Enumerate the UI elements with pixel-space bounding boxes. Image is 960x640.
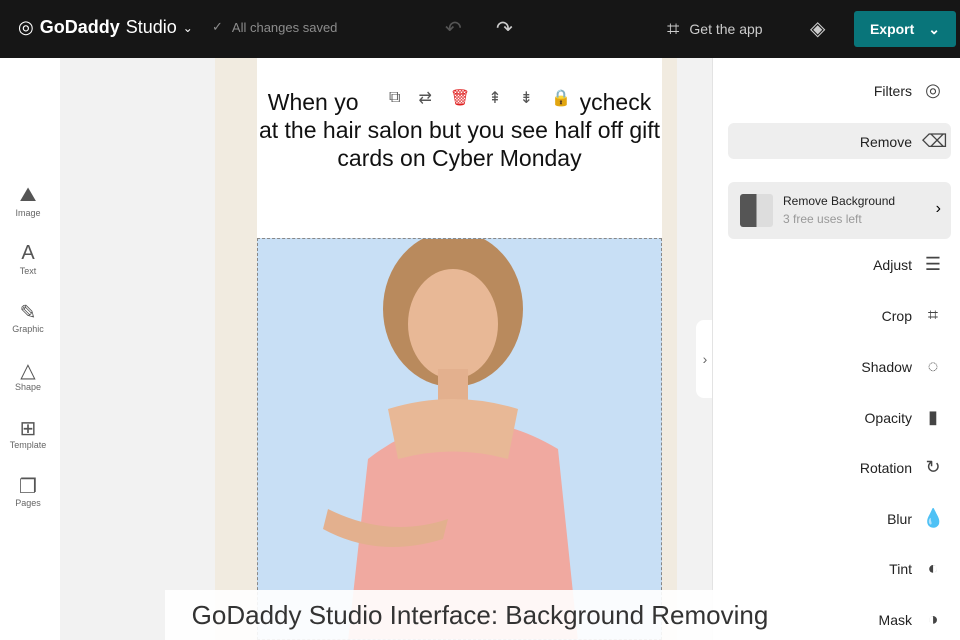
pages-icon: ❐: [19, 476, 37, 498]
shadow-icon: ◌: [927, 356, 939, 376]
duplicate-icon[interactable]: ⧉: [389, 89, 400, 107]
export-button[interactable]: Export ⌄: [854, 11, 956, 47]
sliders-icon: ☰: [924, 254, 942, 274]
crop-item[interactable]: Crop ⌗: [882, 305, 944, 326]
text-icon: A: [21, 242, 35, 264]
get-app-button[interactable]: ⌗ Get the app: [667, 16, 763, 42]
graphic-icon: ✎: [19, 302, 37, 324]
blur-item[interactable]: Blur 💧: [887, 508, 944, 529]
delete-icon[interactable]: 🗑: [450, 88, 470, 108]
rotation-item[interactable]: Rotation ↻: [860, 457, 944, 478]
remove-background-button[interactable]: Remove Background 3 free uses left ›: [728, 182, 951, 239]
opacity-icon: ▮: [928, 407, 938, 427]
chevron-right-icon: ›: [935, 200, 941, 217]
crop-icon: ⌗: [927, 305, 939, 325]
remove-item[interactable]: Remove ⌫: [860, 131, 948, 152]
tool-pages[interactable]: ❐ Pages: [0, 474, 56, 508]
tool-template[interactable]: ⊞ Template: [0, 416, 56, 450]
brand-menu[interactable]: ◎ GoDaddy Studio ⌄: [18, 17, 193, 38]
qr-code-icon: ⌗: [667, 16, 680, 41]
mask-item[interactable]: Mask ◑: [879, 609, 944, 630]
save-status: ✓ All changes saved: [212, 19, 338, 35]
filters-icon: ◎: [925, 80, 941, 100]
droplet-icon: 💧: [922, 508, 945, 528]
adjust-item[interactable]: Adjust ☰: [873, 254, 944, 275]
replace-icon[interactable]: ⇄: [418, 88, 431, 108]
caption-overlay: GoDaddy Studio Interface: Background Rem…: [165, 590, 795, 640]
element-toolbar: ⧉ ⇄ 🗑 ⇞ ⇟ 🔒: [380, 80, 580, 116]
remove-bg-thumbnail: [740, 194, 773, 227]
image-icon: ⛰: [19, 184, 37, 206]
shadow-item[interactable]: Shadow ◌: [861, 356, 944, 377]
tool-text[interactable]: A Text: [0, 242, 56, 276]
left-toolbar: ⛰ Image A Text ✎ Graphic △ Shape ⊞ Template ❐…: [0, 58, 60, 640]
tint-item[interactable]: Tint ◐: [889, 558, 944, 579]
woman-photo: [323, 239, 578, 639]
tint-icon: ◐: [927, 558, 939, 578]
redo-icon[interactable]: ↷: [496, 16, 513, 41]
bring-forward-icon[interactable]: ⇞: [488, 88, 501, 108]
check-circle-icon: ✓: [212, 19, 223, 34]
tool-image[interactable]: ⛰ Image: [0, 184, 56, 218]
mask-icon: ◑: [927, 609, 939, 629]
opacity-item[interactable]: Opacity ▮: [865, 407, 944, 428]
rotation-icon: ↻: [925, 457, 941, 477]
chevron-down-icon: ⌄: [182, 20, 193, 35]
chevron-down-icon: ⌄: [928, 20, 941, 37]
selected-photo[interactable]: [257, 238, 662, 640]
right-panel: Filters ◎ Remove ⌫ Remove Background 3 fre…: [712, 58, 960, 640]
filters-item[interactable]: Filters ◎: [874, 80, 944, 101]
godaddy-logo-icon: ◎: [18, 17, 34, 37]
shape-icon: △: [20, 360, 36, 382]
undo-icon[interactable]: ↶: [445, 16, 462, 41]
tool-shape[interactable]: △ Shape: [0, 358, 56, 392]
top-bar: ◎ GoDaddy Studio ⌄ ✓ All changes saved ↶ ↷ ⌗…: [0, 0, 960, 58]
template-icon: ⊞: [19, 418, 37, 440]
layers-icon[interactable]: ◈: [810, 16, 825, 41]
lock-icon[interactable]: 🔒: [551, 88, 571, 108]
eraser-icon: ⌫: [922, 131, 948, 151]
tool-graphic[interactable]: ✎ Graphic: [0, 300, 56, 334]
send-backward-icon[interactable]: ⇟: [520, 88, 533, 108]
